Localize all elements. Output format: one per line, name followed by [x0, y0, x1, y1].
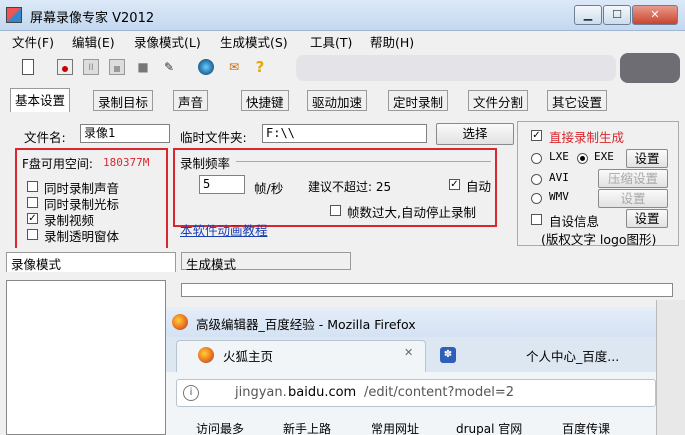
pause-icon[interactable]: II — [83, 59, 99, 75]
firefox-title-bar: 高级编辑器_百度经验 - Mozilla Firefox — [166, 307, 685, 337]
lxe-radio[interactable] — [531, 153, 542, 164]
filename-label: 文件名: — [24, 130, 66, 145]
tab-sound[interactable]: 声音 — [173, 90, 209, 111]
firefox-tab-bar: 火狐主页 ✕ ✽ 个人中心_百度... ✕ — [166, 337, 685, 372]
firefox-tab-icon — [198, 347, 214, 363]
lxe-label: LXE — [549, 150, 569, 163]
temp-folder-input[interactable]: F:\\ — [262, 124, 427, 143]
exe-radio[interactable] — [577, 153, 588, 164]
custom-info-settings-button[interactable]: 设置 — [626, 209, 668, 228]
record-sound-checkbox[interactable] — [27, 181, 38, 192]
compress-settings-button[interactable]: 压缩设置 — [598, 169, 668, 188]
vertical-scrollbar[interactable] — [656, 300, 685, 435]
record-video-checkbox[interactable]: ✓ — [27, 213, 38, 224]
firefox-tab2-title[interactable]: 个人中心_百度... — [526, 346, 619, 365]
bookmark-drupal[interactable]: drupal 官网 — [456, 420, 522, 435]
firefox-logo-icon — [172, 314, 188, 330]
direct-generate-label: 直接录制生成 — [549, 130, 625, 145]
bookmark-baidu-chuanke[interactable]: 百度传课 — [562, 420, 610, 435]
url-path: /edit/content?model=2 — [364, 385, 515, 400]
toolbar: II ■ ✎ ✉ ? — [0, 51, 685, 84]
bookmark-common-sites[interactable]: 常用网址 — [371, 420, 419, 435]
bookmark-most-visited[interactable]: 访问最多 — [196, 420, 244, 435]
filename-input[interactable]: 录像1 — [80, 124, 170, 143]
minimize-button[interactable]: ▁ — [574, 5, 602, 25]
help-icon[interactable]: ? — [252, 59, 268, 75]
url-bar[interactable]: i jingyan. baidu.com /edit/content?model… — [176, 379, 656, 407]
menu-help[interactable]: 帮助(H) — [370, 32, 414, 51]
tab-driver[interactable]: 驱动加速 — [307, 90, 368, 111]
wmv-settings-button[interactable]: 设置 — [598, 189, 668, 208]
custom-info-checkbox[interactable] — [531, 214, 542, 225]
disk-space-value: 180377M — [103, 156, 150, 169]
avi-radio[interactable] — [531, 174, 542, 185]
auto-stop-checkbox[interactable] — [330, 205, 341, 216]
suggest-label: 建议不超过: 25 — [308, 180, 392, 194]
framerate-input[interactable]: 5 — [199, 175, 245, 194]
stop-icon[interactable] — [109, 59, 125, 75]
record-icon[interactable] — [57, 59, 73, 75]
baidu-paw-icon: ✽ — [440, 347, 456, 363]
temp-folder-label: 临时文件夹: — [180, 130, 247, 145]
exe-label: EXE — [594, 150, 614, 163]
menu-record-mode[interactable]: 录像模式(L) — [134, 32, 201, 51]
mail-icon[interactable]: ✉ — [226, 59, 242, 75]
menu-bar: 文件(F) 编辑(E) 录像模式(L) 生成模式(S) 工具(T) 帮助(H) — [0, 31, 685, 51]
direct-generate-checkbox[interactable]: ✓ — [531, 130, 542, 141]
auto-stop-label: 帧数过大,自动停止录制 — [347, 205, 476, 220]
auto-label: 自动 — [466, 179, 492, 194]
file-list-panel[interactable] — [6, 280, 166, 435]
menu-edit[interactable]: 编辑(E) — [72, 32, 115, 51]
record-transparent-checkbox[interactable] — [27, 229, 38, 240]
url-domain: baidu.com — [288, 385, 357, 400]
wmv-radio[interactable] — [531, 193, 542, 204]
window-title: 屏幕录像专家 V2012 — [30, 11, 155, 26]
settings-tabs: 基本设置 录制目标 声音 快捷键 驱动加速 定时录制 文件分割 其它设置 — [0, 84, 685, 114]
close-button[interactable]: ✕ — [632, 5, 678, 25]
new-icon[interactable] — [22, 59, 34, 75]
avi-label: AVI — [549, 171, 569, 184]
menu-generate-mode[interactable]: 生成模式(S) — [220, 32, 288, 51]
select-button[interactable]: 选择 — [436, 123, 514, 145]
tab-basic[interactable]: 基本设置 — [10, 88, 71, 112]
tab-schedule[interactable]: 定时录制 — [388, 90, 449, 111]
firefox-title: 高级编辑器_百度经验 - Mozilla Firefox — [196, 317, 416, 332]
blurred-region — [296, 55, 616, 81]
progress-bar — [181, 283, 673, 297]
framerate-title: 录制频率 — [180, 156, 231, 171]
exe-settings-button[interactable]: 设置 — [626, 149, 668, 168]
menu-tools[interactable]: 工具(T) — [310, 32, 352, 51]
menu-file[interactable]: 文件(F) — [12, 32, 54, 51]
record-transparent-label: 录制透明窗体 — [44, 229, 120, 244]
firefox-tab1-title[interactable]: 火狐主页 — [223, 346, 273, 365]
maximize-button[interactable]: ☐ — [603, 5, 631, 25]
bookmark-getting-started[interactable]: 新手上路 — [283, 420, 331, 435]
copyright-label: (版权文字 logo图形) — [541, 232, 657, 247]
disk-space-label: F盘可用空间: — [22, 157, 93, 171]
group-divider — [236, 161, 491, 162]
custom-info-label: 自设信息 — [549, 214, 600, 229]
app-icon — [6, 7, 22, 23]
tab-hotkey[interactable]: 快捷键 — [241, 90, 289, 111]
tutorial-link[interactable]: 本软件动画教程 — [180, 220, 268, 239]
tab-record-mode[interactable]: 录像模式 — [6, 252, 176, 272]
title-bar: 屏幕录像专家 V2012 ▁ ☐ ✕ — [0, 0, 685, 31]
wmv-label: WMV — [549, 190, 569, 203]
blurred-avatar — [620, 53, 680, 83]
tab-split[interactable]: 文件分割 — [468, 90, 529, 111]
framerate-unit: 帧/秒 — [254, 181, 284, 196]
auto-checkbox[interactable]: ✓ — [449, 179, 460, 190]
camera-icon[interactable]: ■ — [135, 59, 151, 75]
tab-other[interactable]: 其它设置 — [547, 90, 608, 111]
close-tab-icon[interactable]: ✕ — [404, 346, 413, 359]
pen-icon[interactable]: ✎ — [161, 59, 177, 75]
globe-icon[interactable] — [198, 59, 214, 75]
record-cursor-checkbox[interactable] — [27, 197, 38, 208]
info-icon[interactable]: i — [183, 385, 199, 401]
tab-generate-mode[interactable]: 生成模式 — [181, 252, 351, 272]
url-prefix: jingyan. — [235, 385, 287, 400]
tab-record-target[interactable]: 录制目标 — [93, 90, 154, 111]
